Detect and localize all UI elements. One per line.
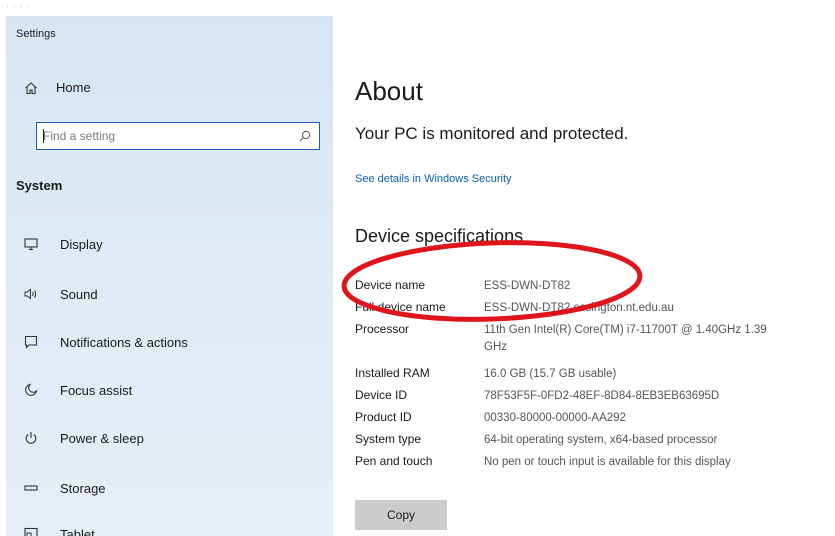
- spec-label: Processor: [355, 322, 410, 336]
- spec-label: System type: [355, 432, 422, 446]
- storage-icon: [24, 485, 38, 491]
- sidebar-item-label: Notifications & actions: [60, 334, 188, 350]
- spec-label: Pen and touch: [355, 454, 433, 468]
- sound-icon: [24, 288, 37, 300]
- spec-value: 11th Gen Intel(R) Core(TM) i7-11700T @ 1…: [484, 324, 767, 353]
- sidebar-item-label: Sound: [60, 286, 98, 302]
- window-top-edge: · · · ·: [0, 0, 835, 16]
- sidebar: Settings Home System Display: [6, 16, 333, 536]
- sidebar-item-label: Focus assist: [60, 382, 133, 398]
- search-icon[interactable]: [299, 130, 311, 142]
- sidebar-item-label: Storage: [60, 480, 106, 496]
- spec-value: ESS-DWN-DT82.essington.nt.edu.au: [484, 302, 674, 314]
- search-box[interactable]: [36, 122, 320, 150]
- sidebar-item-storage[interactable]: Storage: [24, 478, 106, 498]
- spec-value: 16.0 GB (15.7 GB usable): [484, 368, 617, 380]
- sidebar-item-label: Power & sleep: [60, 430, 144, 446]
- spec-label: Product ID: [355, 410, 412, 424]
- settings-window: · · · · Settings Home System Di: [0, 0, 835, 536]
- power-icon: [25, 432, 37, 444]
- spec-label: Full device name: [355, 300, 446, 314]
- page-title: About: [355, 76, 423, 106]
- display-icon: [24, 238, 38, 251]
- section-label-system: System: [16, 178, 63, 193]
- sidebar-item-power-sleep[interactable]: Power & sleep: [24, 428, 144, 448]
- home-icon: [25, 81, 37, 94]
- device-specifications-heading: Device specifications: [355, 226, 524, 246]
- sidebar-item-label: Display: [60, 236, 103, 252]
- main-content: About Your PC is monitored and protected…: [333, 16, 835, 536]
- spec-label: Device name: [355, 278, 426, 292]
- window-title-remnant-icon: · · · ·: [6, 2, 31, 11]
- copy-button[interactable]: Copy: [355, 500, 447, 530]
- sidebar-item-display[interactable]: Display: [24, 234, 103, 254]
- spec-label: Installed RAM: [355, 366, 430, 380]
- sidebar-item-label: Tablet: [60, 526, 95, 536]
- focus-assist-icon: [25, 383, 38, 396]
- sidebar-item-sound[interactable]: Sound: [24, 284, 98, 304]
- sidebar-item-focus-assist[interactable]: Focus assist: [24, 380, 132, 400]
- spec-value: 64-bit operating system, x64-based proce…: [484, 434, 718, 446]
- search-input[interactable]: [37, 123, 293, 148]
- sidebar-item-tablet[interactable]: Tablet: [24, 524, 95, 536]
- spec-value: No pen or touch input is available for t…: [484, 456, 731, 468]
- sidebar-item-notifications[interactable]: Notifications & actions: [24, 332, 188, 352]
- app-title: Settings: [16, 28, 56, 40]
- spec-value: 00330-80000-00000-AA292: [484, 412, 626, 424]
- text-caret: [43, 129, 44, 143]
- spec-value: 78F53F5F-0FD2-48EF-8D84-8EB3EB63695D: [484, 390, 720, 402]
- tablet-icon: [24, 527, 38, 536]
- windows-security-link[interactable]: See details in Windows Security: [355, 173, 512, 185]
- spec-value: ESS-DWN-DT82: [484, 280, 571, 292]
- protection-status: Your PC is monitored and protected.: [355, 124, 629, 143]
- sidebar-item-label: Home: [56, 80, 91, 95]
- sidebar-item-home[interactable]: Home: [24, 80, 91, 95]
- notifications-icon: [24, 335, 38, 349]
- spec-label: Device ID: [355, 388, 408, 402]
